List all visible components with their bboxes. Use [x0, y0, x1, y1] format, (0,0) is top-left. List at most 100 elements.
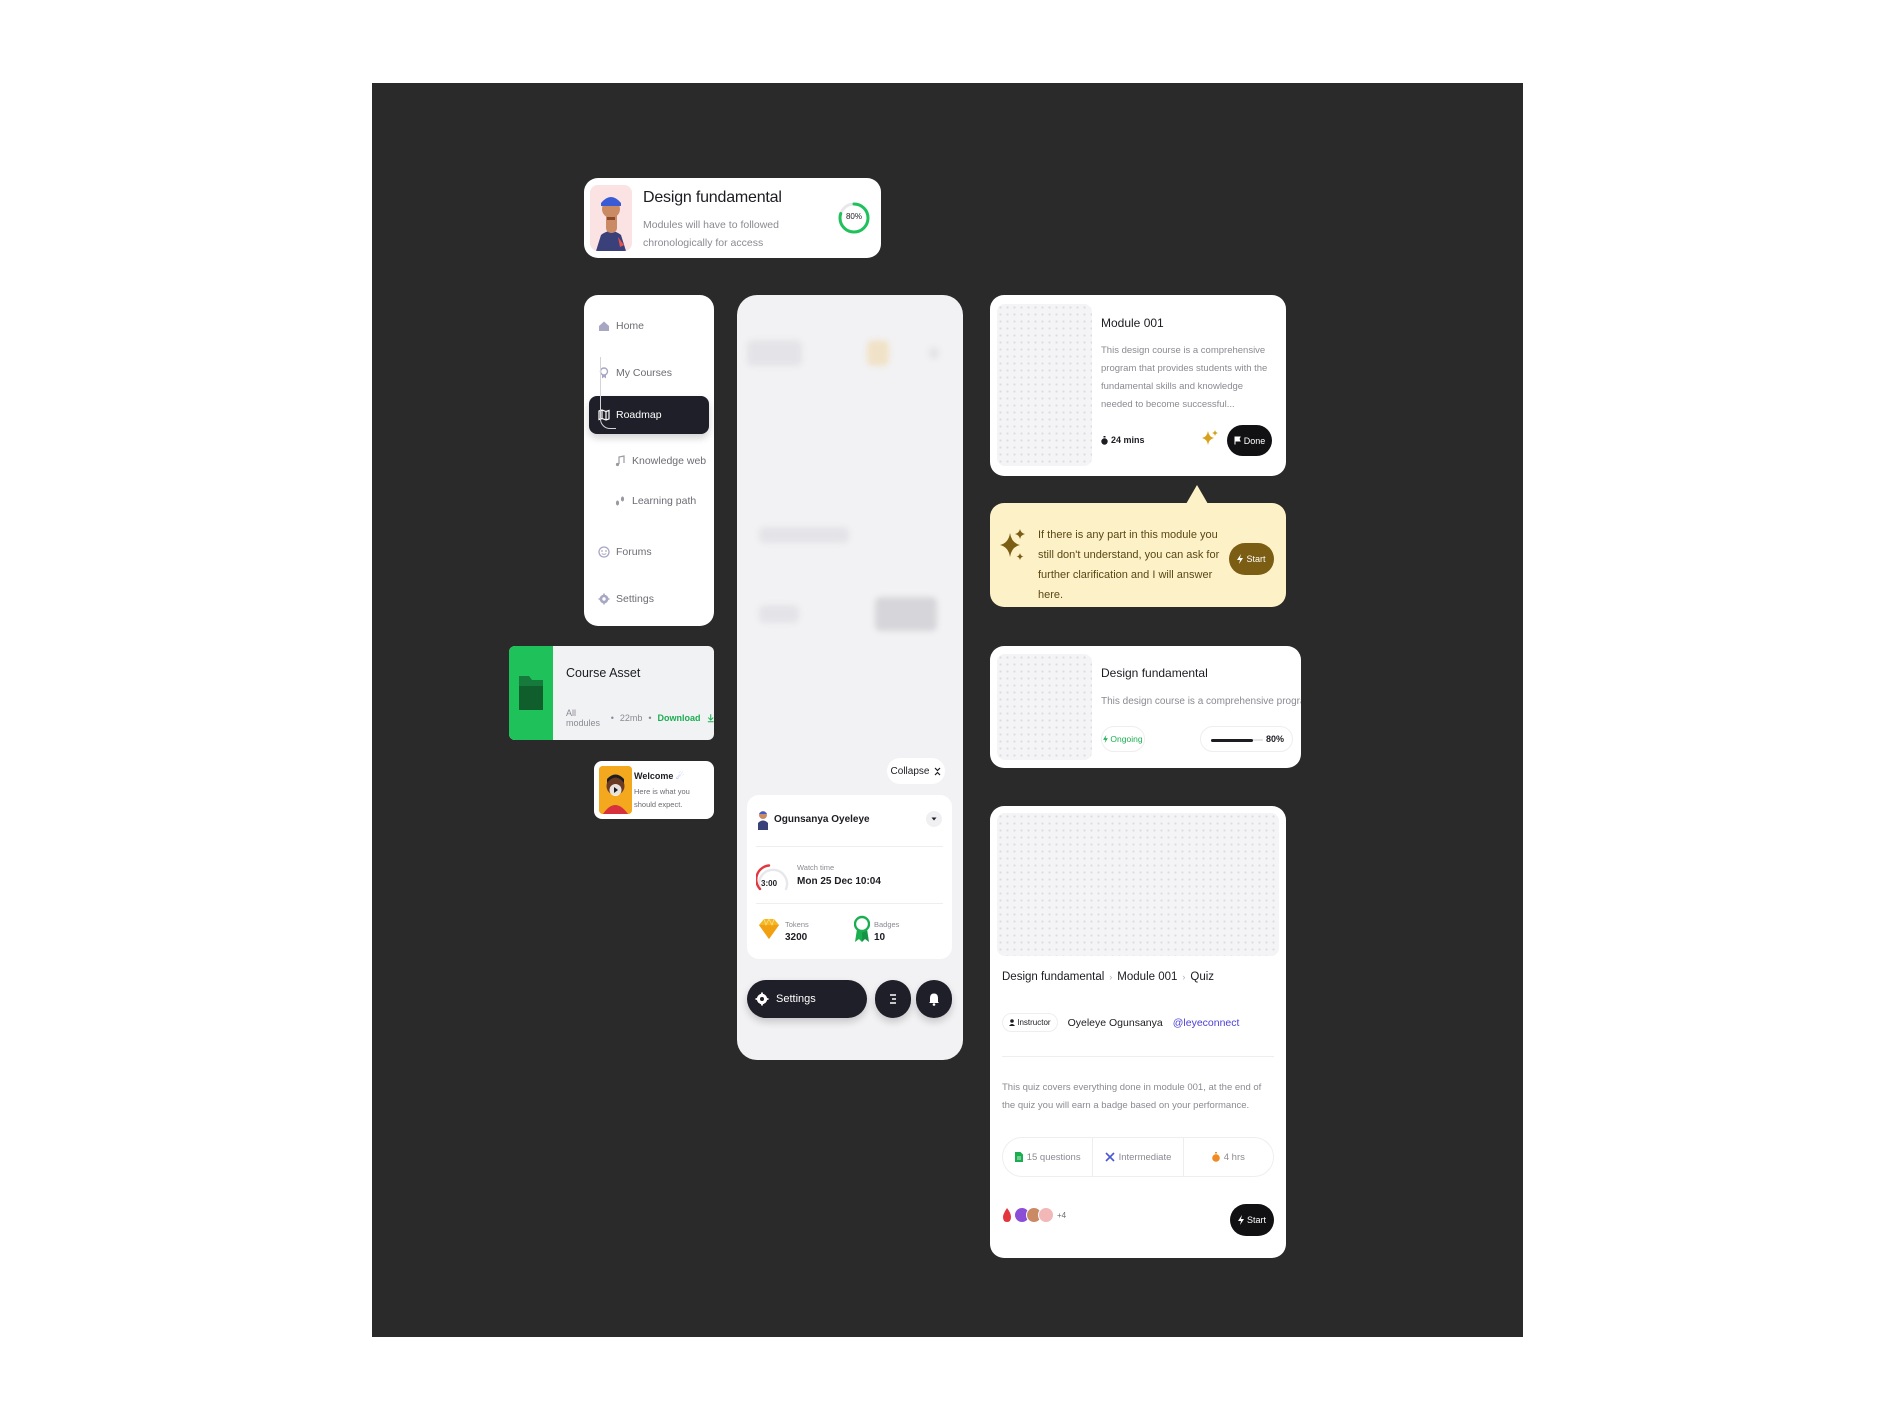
module-thumbnail	[997, 304, 1092, 466]
progress-ring-label: 80%	[845, 212, 862, 221]
instructor-handle[interactable]: @leyeconnect	[1173, 1017, 1240, 1029]
participant-avatar	[1038, 1207, 1054, 1223]
asset-meta: All modules • 22mb • Download	[566, 708, 714, 728]
lightning-icon	[1103, 735, 1109, 743]
speech-tip	[1186, 485, 1208, 504]
progress-track	[1211, 738, 1263, 742]
badge-icon	[854, 915, 870, 942]
collapse-button[interactable]: Collapse	[887, 758, 945, 784]
badges-value: 10	[874, 932, 886, 943]
watch-time-value: Mon 25 Dec 10:04	[797, 876, 881, 887]
course-asset-card[interactable]: Course Asset All modules • 22mb • Downlo…	[509, 646, 714, 740]
instructor-row: Instructor Oyeleye Ogunsanya @leyeconnec…	[1002, 1013, 1239, 1032]
quiz-description: This quiz covers everything done in modu…	[1002, 1082, 1262, 1111]
blurred-content	[875, 597, 937, 631]
ai-start-button[interactable]: Start	[1229, 543, 1274, 575]
folder-icon	[519, 676, 543, 710]
settings-button[interactable]: Settings	[747, 980, 867, 1018]
settings-label: Settings	[776, 993, 816, 1005]
breadcrumb-item[interactable]: Design fundamental	[1002, 971, 1104, 983]
breadcrumb-item[interactable]: Module 001	[1117, 971, 1177, 983]
stat-questions: 15 questions	[1003, 1138, 1092, 1176]
badges-label: Badges	[874, 920, 900, 929]
participants: +4	[1002, 1207, 1066, 1223]
status-badge: Ongoing	[1101, 726, 1145, 752]
course-title: Design fundamental	[643, 189, 782, 206]
timer-icon	[1101, 435, 1108, 445]
progress-percent: 80%	[1265, 734, 1284, 744]
tokens-label: Tokens	[785, 920, 809, 929]
blurred-content	[759, 605, 799, 623]
tools-icon	[1105, 1152, 1115, 1162]
sidebar-item-settings[interactable]: Settings	[589, 580, 709, 618]
watch-time-gauge	[756, 864, 789, 891]
footsteps-icon	[615, 496, 625, 506]
menu-button[interactable]	[875, 980, 911, 1018]
sidebar-item-label: My Courses	[616, 367, 673, 379]
download-link[interactable]: Download	[658, 713, 701, 723]
forum-icon	[598, 546, 610, 558]
bell-icon	[929, 993, 939, 1006]
flag-icon	[1234, 436, 1241, 445]
ai-sparkle-icon[interactable]	[1201, 429, 1219, 447]
tokens-value: 3200	[785, 932, 808, 943]
blurred-content	[929, 347, 939, 359]
blurred-content	[759, 527, 849, 543]
sidebar-subitem-label: Learning path	[632, 495, 697, 507]
gear-icon	[755, 992, 769, 1006]
quiz-banner	[997, 813, 1279, 956]
quiz-start-button[interactable]: Start	[1230, 1204, 1274, 1236]
sidebar-subitem-knowledge-web[interactable]: Knowledge web	[614, 451, 706, 471]
sidebar-item-home[interactable]: Home	[589, 307, 709, 345]
course-header-card[interactable]: Design fundamental Modules will have to …	[584, 178, 881, 258]
breadcrumb-separator: ›	[1182, 972, 1186, 982]
course-avatar	[590, 185, 632, 251]
collapse-icon	[935, 767, 941, 775]
blurred-content	[747, 340, 802, 366]
asset-strip	[509, 646, 553, 740]
lightning-icon	[1237, 1215, 1244, 1225]
document-icon	[1014, 1152, 1023, 1162]
course-subtitle: Modules will have to followed chronologi…	[643, 219, 779, 249]
watch-gauge-label: 3:00	[761, 879, 778, 888]
sidebar-item-label: Roadmap	[616, 409, 662, 421]
flame-icon	[1003, 1208, 1011, 1222]
collapse-label: Collapse	[890, 765, 930, 777]
chevron-down-icon	[931, 817, 937, 821]
breadcrumb-item: Quiz	[1190, 971, 1215, 983]
stat-level: Intermediate	[1092, 1138, 1182, 1176]
sidebar: Home My Courses Roadmap Knowledge web Le…	[584, 295, 714, 626]
user-name: Ogunsanya Oyeleye	[774, 814, 870, 825]
notifications-button[interactable]	[916, 980, 952, 1018]
profile-card: Ogunsanya Oyeleye 3:00 Watch time Mon 25…	[747, 795, 952, 959]
menu-icon	[890, 994, 896, 1004]
divider	[756, 846, 943, 847]
sidebar-item-forums[interactable]: Forums	[589, 533, 709, 571]
sidebar-item-label: Home	[616, 320, 645, 332]
tree-connector	[600, 357, 616, 429]
welcome-text: Here is what you should expect.	[634, 787, 690, 809]
participants-more: +4	[1057, 1210, 1067, 1220]
comet-icon: ☄	[675, 771, 684, 781]
side-panel: Collapse Ogunsanya Oyeleye 3:00 Watch ti…	[737, 295, 963, 1060]
instructor-name: Oyeleye Ogunsanya	[1067, 1016, 1163, 1029]
quiz-stats: 15 questions Intermediate 4 hrs	[1002, 1137, 1274, 1177]
user-menu-dropdown[interactable]	[926, 811, 942, 827]
timer-icon	[1211, 1152, 1220, 1162]
course-progress-card[interactable]: Design fundamental This design course is…	[990, 646, 1301, 768]
welcome-video-thumbnail[interactable]	[599, 766, 632, 814]
ai-helper-card: If there is any part in this module you …	[990, 485, 1286, 607]
module-title: Module 001	[1101, 316, 1164, 330]
sidebar-item-label: Forums	[616, 546, 652, 558]
sidebar-subitem-learning-path[interactable]: Learning path	[614, 491, 696, 511]
blurred-content	[867, 340, 889, 366]
breadcrumb: Design fundamental › Module 001 › Quiz	[1002, 971, 1214, 983]
watch-time-label: Watch time	[797, 863, 835, 872]
welcome-card[interactable]: Welcome ☄ Here is what you should expect…	[594, 761, 714, 819]
module-card[interactable]: Module 001 This design course is a compr…	[990, 295, 1286, 476]
done-button[interactable]: Done	[1227, 425, 1272, 456]
home-icon	[599, 321, 609, 331]
download-icon[interactable]	[707, 713, 714, 723]
progress-fill	[1211, 738, 1253, 742]
breadcrumb-separator: ›	[1109, 972, 1113, 982]
